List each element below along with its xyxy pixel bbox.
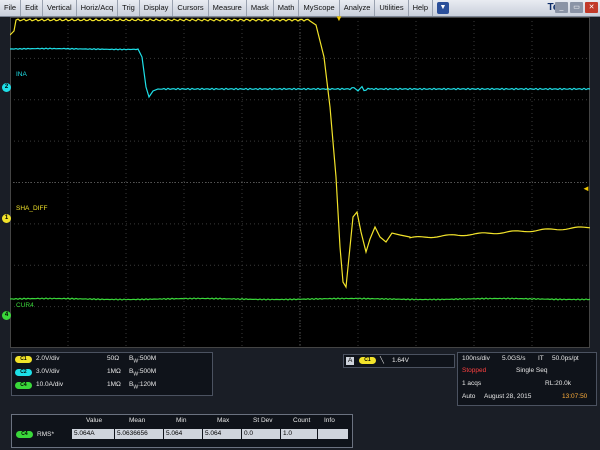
meas-value: 5.064A <box>72 429 114 439</box>
meas-source-chip[interactable]: C4 <box>16 431 33 438</box>
ch1-chip[interactable]: C1 <box>15 356 32 363</box>
ch2-trace-label: INA <box>16 71 27 78</box>
menu-cursors[interactable]: Cursors <box>173 0 209 16</box>
menu-horiz-acq[interactable]: Horiz/Acq <box>77 0 119 16</box>
menu-measure[interactable]: Measure <box>209 0 247 16</box>
meas-name[interactable]: RMS* <box>37 431 54 438</box>
menu-mask[interactable]: Mask <box>247 0 274 16</box>
menu-help[interactable]: Help <box>409 0 434 16</box>
trace-canvas <box>10 17 590 348</box>
trigger-position-icon[interactable]: ▼ <box>335 14 343 23</box>
menu-myscope[interactable]: MyScope <box>299 0 340 16</box>
meas-mean: 5.0636656 <box>115 429 163 439</box>
menu-dropdown-icon[interactable]: ▼ <box>437 2 450 14</box>
menu-utilities[interactable]: Utilities <box>375 0 409 16</box>
acq-time: 13:07:50 <box>562 393 588 400</box>
channel-settings-panel: C1 2.0V/div 50Ω BW:500M C2 3.0V/div 1MΩ … <box>11 352 213 396</box>
meas-header-info: Info <box>324 417 335 424</box>
acq-date: August 28, 2015 <box>484 393 532 400</box>
acq-sequence: Single Seq <box>516 367 548 374</box>
meas-max: 5.064 <box>203 429 241 439</box>
ch4-marker[interactable]: 4 <box>2 311 11 320</box>
trigger-source-chip: C1 <box>359 357 376 364</box>
trigger-slope-icon: ╲ <box>380 357 384 364</box>
ch1-coupling: 50Ω <box>107 355 120 362</box>
minimize-icon[interactable]: _ <box>555 2 568 13</box>
menu-trig[interactable]: Trig <box>118 0 140 16</box>
menu-file[interactable]: File <box>0 0 22 16</box>
timebase[interactable]: 100ns/div <box>462 355 490 362</box>
ch1-marker[interactable]: 1 <box>2 214 11 223</box>
meas-count: 1.0 <box>281 429 317 439</box>
trigger-mode: A <box>346 357 355 365</box>
ch4-bandwidth: BW:120M <box>129 381 157 391</box>
menu-analyze[interactable]: Analyze <box>340 0 376 16</box>
menu-math[interactable]: Math <box>274 0 300 16</box>
it-value: 50.0ps/pt <box>552 355 579 362</box>
acq-state: Stopped <box>462 367 487 374</box>
ch4-trace-label: CUR4 <box>16 302 34 309</box>
restore-icon[interactable]: ▭ <box>570 2 583 13</box>
ch1-bandwidth: BW:500M <box>129 355 157 365</box>
it-label: IT <box>538 355 544 362</box>
waveform-display[interactable] <box>10 17 590 348</box>
ch4-scale[interactable]: 10.0A/div <box>36 381 63 388</box>
ch4-waveform <box>10 297 590 301</box>
window-controls: _ ▭ ✕ <box>555 2 598 13</box>
trigger-readout[interactable]: A C1 ╲ 1.64V <box>343 354 455 368</box>
ch1-scale[interactable]: 2.0V/div <box>36 355 60 362</box>
ch2-scale[interactable]: 3.0V/div <box>36 368 60 375</box>
acq-count: 1 acqs <box>462 380 482 387</box>
close-icon[interactable]: ✕ <box>585 2 598 13</box>
ch2-coupling: 1MΩ <box>107 368 121 375</box>
ch2-chip[interactable]: C2 <box>15 369 32 376</box>
ch1-trace-label: SHA_DIFF <box>16 205 48 212</box>
ch4-coupling: 1MΩ <box>107 381 121 388</box>
meas-header-count: Count <box>293 417 311 424</box>
meas-info <box>318 429 348 439</box>
measurement-panel: Value Mean Min Max St Dev Count Info C4 … <box>11 414 353 448</box>
meas-header-max: Max <box>217 417 230 424</box>
ch2-marker[interactable]: 2 <box>2 83 11 92</box>
menu-display[interactable]: Display <box>140 0 174 16</box>
trigger-level: 1.64V <box>392 357 409 364</box>
sample-rate: 5.0GS/s <box>502 355 526 362</box>
ch4-chip[interactable]: C4 <box>15 382 32 389</box>
meas-min: 5.064 <box>164 429 202 439</box>
meas-header-value: Value <box>86 417 103 424</box>
trigger-mode-auto: Auto <box>462 393 476 400</box>
meas-stdev: 0.0 <box>242 429 280 439</box>
menu-bar: File Edit Vertical Horiz/Acq Trig Displa… <box>0 0 600 17</box>
trigger-level-icon[interactable]: ◄ <box>582 184 590 193</box>
ch2-bandwidth: BW:500M <box>129 368 157 378</box>
menu-edit[interactable]: Edit <box>21 0 44 16</box>
record-length: RL:20.0k <box>545 380 572 387</box>
meas-header-min: Min <box>176 417 187 424</box>
meas-header-mean: Mean <box>129 417 146 424</box>
meas-header-stdev: St Dev <box>253 417 273 424</box>
acquisition-panel[interactable]: 100ns/div 5.0GS/s IT 50.0ps/pt Stopped S… <box>457 352 597 406</box>
menu-vertical[interactable]: Vertical <box>43 0 77 16</box>
